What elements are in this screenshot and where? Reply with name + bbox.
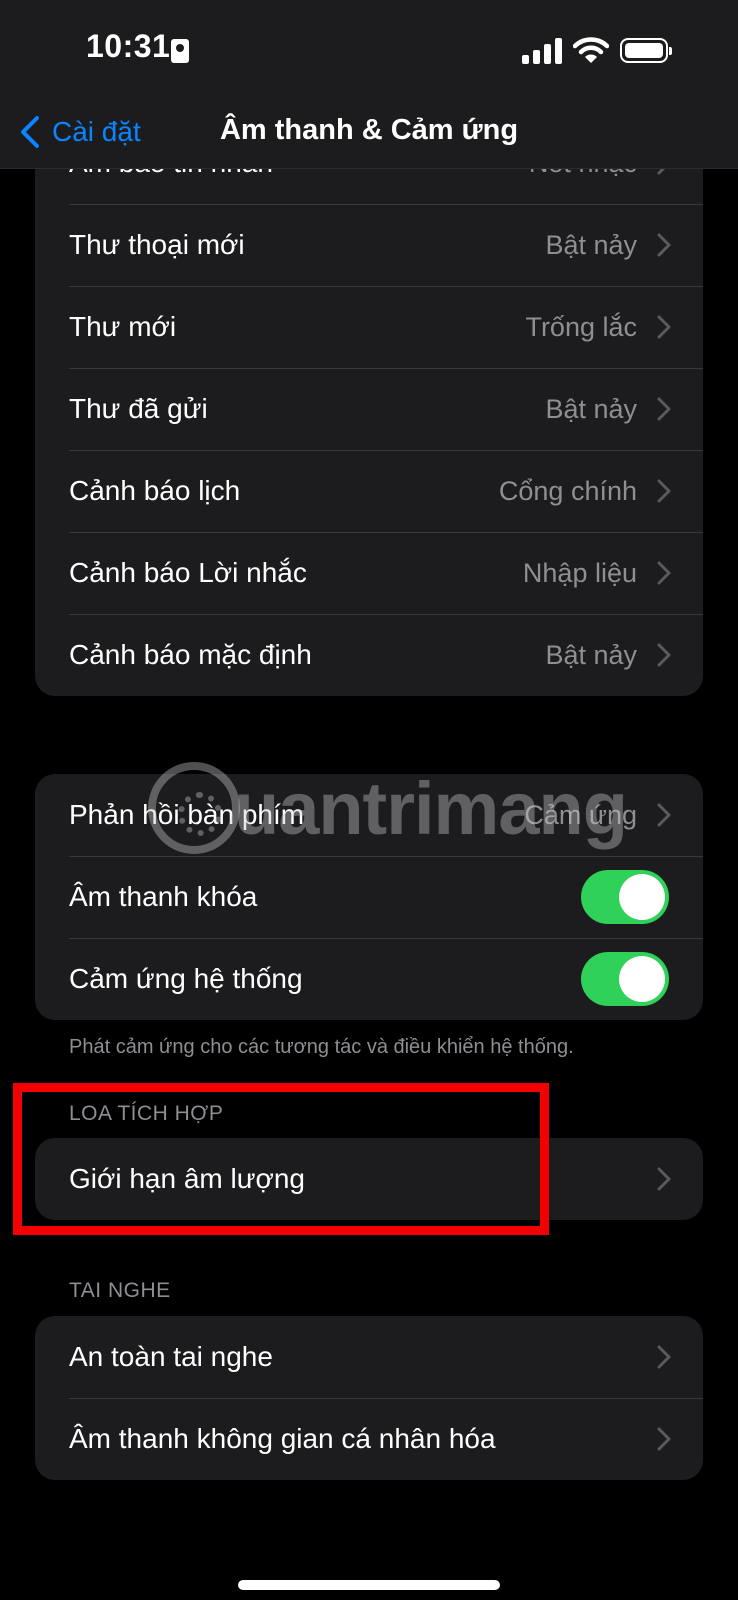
feedback-group: Phản hồi bàn phím Cảm ứng Âm thanh khóa … — [35, 774, 703, 1020]
chevron-right-icon — [657, 233, 671, 257]
chevron-right-icon — [657, 397, 671, 421]
chevron-right-icon — [657, 643, 671, 667]
row-label: Cảnh báo Lời nhắc — [69, 557, 307, 588]
chevron-right-icon — [657, 1167, 671, 1191]
status-bar: 10:31 — [0, 0, 738, 100]
row-label: An toàn tai nghe — [69, 1341, 273, 1372]
toggle-knob — [619, 874, 665, 920]
row-value: Bật nảy — [545, 229, 637, 260]
battery-icon — [620, 38, 672, 63]
row-value: Bật nảy — [545, 639, 637, 670]
settings-row-headphone-safety[interactable]: An toàn tai nghe — [35, 1316, 703, 1398]
settings-row-system-haptics: Cảm ứng hệ thống — [35, 938, 703, 1020]
wifi-icon — [573, 37, 609, 63]
chevron-right-icon — [657, 315, 671, 339]
row-label: Thư đã gửi — [69, 393, 208, 424]
settings-row-calendar-alerts[interactable]: Cảnh báo lịch Cổng chính — [35, 450, 703, 532]
chevron-right-icon — [657, 1427, 671, 1451]
settings-row-new-mail[interactable]: Thư mới Trống lắc — [35, 286, 703, 368]
home-indicator[interactable] — [238, 1580, 500, 1590]
alert-sounds-group: Âm báo tin nhắn Nốt nhạc Thư thoại mới B… — [35, 122, 703, 696]
settings-row-default-alerts[interactable]: Cảnh báo mặc định Bật nảy — [35, 614, 703, 696]
row-label: Âm thanh khóa — [69, 881, 258, 912]
settings-row-new-voicemail[interactable]: Thư thoại mới Bật nảy — [35, 204, 703, 286]
row-label: Thư mới — [69, 311, 177, 342]
highlight-box — [13, 1083, 549, 1235]
row-label: Cảm ứng hệ thống — [69, 963, 303, 994]
settings-row-lock-sound: Âm thanh khóa — [35, 856, 703, 938]
row-label: Phản hồi bàn phím — [69, 799, 305, 830]
headphones-group: An toàn tai nghe Âm thanh không gian cá … — [35, 1316, 703, 1480]
row-value: Trống lắc — [525, 311, 637, 342]
settings-row-reminder-alerts[interactable]: Cảnh báo Lời nhắc Nhập liệu — [35, 532, 703, 614]
row-value: Nhập liệu — [522, 557, 637, 588]
system-haptics-footnote: Phát cảm ứng cho các tương tác và điều k… — [69, 1036, 574, 1058]
settings-row-personalized-spatial-audio[interactable]: Âm thanh không gian cá nhân hóa — [35, 1398, 703, 1480]
settings-row-sent-mail[interactable]: Thư đã gửi Bật nảy — [35, 368, 703, 450]
chevron-right-icon — [657, 1345, 671, 1369]
row-label: Cảnh báo mặc định — [69, 639, 312, 670]
lock-sound-toggle[interactable] — [581, 870, 669, 924]
status-time: 10:31 — [86, 28, 171, 64]
cellular-signal-icon — [522, 38, 562, 64]
row-label: Âm thanh không gian cá nhân hóa — [69, 1423, 496, 1454]
toggle-knob — [619, 956, 665, 1002]
row-label: Cảnh báo lịch — [69, 475, 241, 506]
page-title: Âm thanh & Cảm ứng — [219, 114, 519, 146]
chevron-right-icon — [657, 561, 671, 585]
chevron-right-icon — [657, 803, 671, 827]
contact-card-icon — [171, 39, 189, 63]
section-header-headphones: TAI NGHE — [69, 1279, 171, 1302]
row-label: Thư thoại mới — [69, 229, 245, 260]
navigation-bar: Cài đặt Âm thanh & Cảm ứng — [0, 100, 738, 169]
row-value: Cảm ứng — [524, 799, 637, 830]
row-value: Cổng chính — [498, 475, 637, 506]
settings-row-keyboard-feedback[interactable]: Phản hồi bàn phím Cảm ứng — [35, 774, 703, 856]
system-haptics-toggle[interactable] — [581, 952, 669, 1006]
chevron-right-icon — [657, 479, 671, 503]
row-value: Bật nảy — [545, 393, 637, 424]
